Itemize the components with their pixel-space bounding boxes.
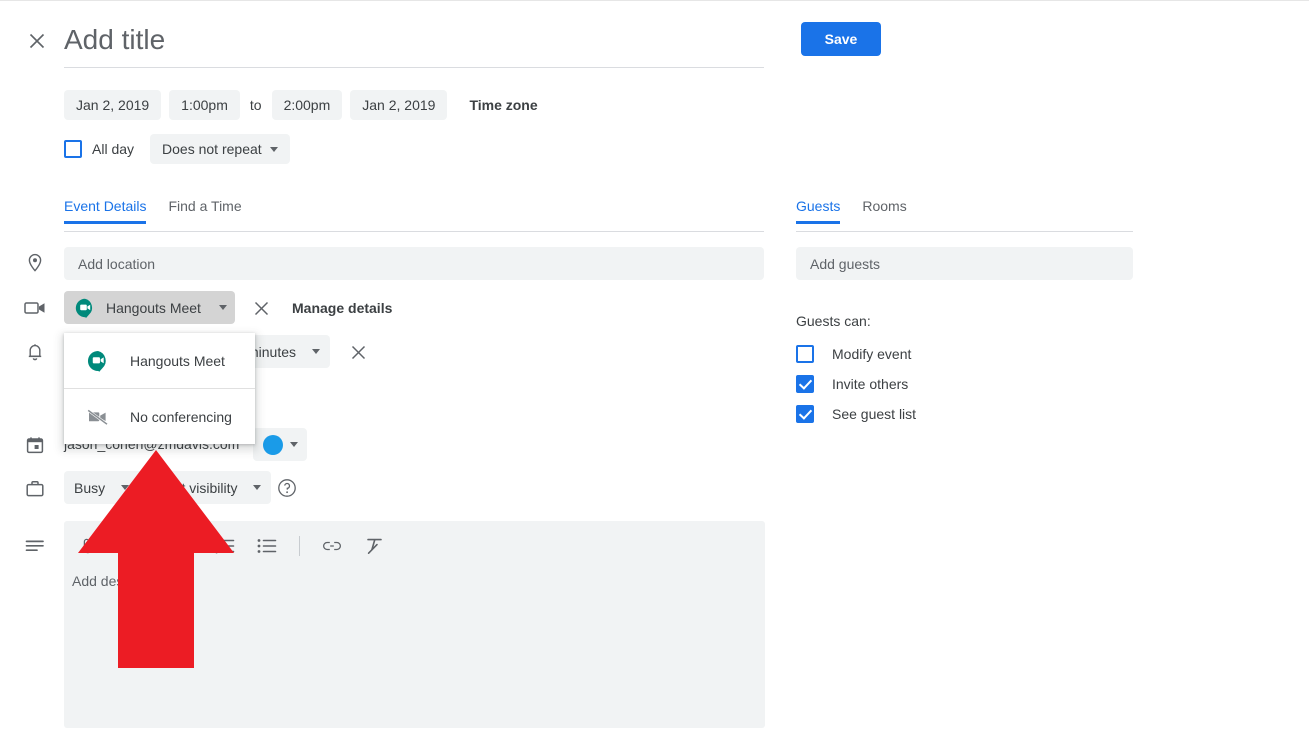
remove-formatting-icon[interactable] [364, 536, 384, 556]
add-guests-placeholder: Add guests [810, 255, 881, 272]
time-zone-button[interactable]: Time zone [469, 97, 537, 113]
modify-event-label: Modify event [832, 346, 912, 362]
help-icon[interactable] [277, 478, 297, 498]
start-time-chip[interactable]: 1:00pm [169, 90, 240, 120]
see-guest-list-checkbox[interactable] [796, 405, 814, 423]
see-guest-list-label: See guest list [832, 406, 917, 422]
hangouts-meet-icon [74, 297, 96, 319]
menu-item-no-conferencing[interactable]: No conferencing [64, 389, 255, 444]
tab-rooms-label: Rooms [862, 198, 907, 214]
permission-see-guest-list[interactable]: See guest list [796, 405, 916, 423]
busy-label: Busy [74, 479, 106, 496]
svg-text:2: 2 [215, 544, 218, 549]
chevron-down-icon [253, 485, 262, 490]
end-time-chip[interactable]: 2:00pm [271, 90, 343, 120]
left-tabs: Event Details Find a Time [64, 198, 264, 224]
permission-invite-others[interactable]: Invite others [796, 375, 908, 393]
chevron-down-icon [121, 485, 130, 490]
tab-guests[interactable]: Guests [796, 198, 850, 224]
tab-rooms[interactable]: Rooms [862, 198, 916, 224]
right-tabs: Guests Rooms [796, 198, 929, 224]
repeat-label: Does not repeat [162, 141, 262, 157]
guests-can-label: Guests can: [796, 313, 871, 329]
remove-conferencing-button[interactable] [249, 296, 273, 320]
visibility-label: Default visibility [141, 479, 238, 496]
notification-bell-icon [24, 341, 46, 363]
modify-event-checkbox[interactable] [796, 345, 814, 363]
start-date-chip[interactable]: Jan 2, 2019 [64, 90, 162, 120]
chevron-down-icon [289, 442, 298, 447]
all-day-checkbox[interactable] [64, 140, 82, 158]
location-placeholder: Add location [78, 255, 156, 272]
right-tabs-rule [796, 231, 1133, 232]
link-icon[interactable] [322, 536, 342, 556]
briefcase-icon [24, 478, 46, 500]
conferencing-button-label: Hangouts Meet [106, 299, 201, 316]
calendar-icon [24, 434, 46, 456]
hangouts-meet-icon [86, 349, 110, 373]
repeat-dropdown[interactable]: Does not repeat [150, 134, 290, 164]
permission-modify-event[interactable]: Modify event [796, 345, 911, 363]
visibility-dropdown[interactable]: Default visibility [131, 471, 272, 504]
close-icon[interactable] [24, 28, 50, 54]
video-camera-icon [24, 297, 46, 319]
event-title-input[interactable]: Add title [64, 20, 764, 68]
description-icon [24, 535, 46, 557]
window-top-border [0, 0, 1309, 1]
end-date-chip[interactable]: Jan 2, 2019 [350, 90, 448, 120]
tab-guests-label: Guests [796, 198, 841, 214]
description-toolbar: 1 2 3 [78, 534, 384, 558]
chevron-down-icon [218, 305, 227, 310]
tab-event-details[interactable]: Event Details [64, 198, 156, 224]
numbered-list-icon[interactable]: 1 2 3 [215, 536, 235, 556]
event-editor-page: Add title Save Jan 2, 2019 1:00pm to 2:0… [0, 0, 1309, 736]
location-input[interactable]: Add location [64, 247, 764, 280]
left-tabs-rule [64, 231, 764, 232]
svg-text:3: 3 [215, 549, 218, 554]
add-guests-input[interactable]: Add guests [796, 247, 1133, 280]
menu-item-hangouts-meet-label: Hangouts Meet [130, 352, 225, 369]
event-color-dot [262, 434, 283, 455]
conferencing-dropdown-menu[interactable]: Hangouts Meet No conferencing [64, 333, 255, 444]
busy-dropdown[interactable]: Busy [64, 471, 140, 504]
event-color-dropdown[interactable] [253, 428, 307, 461]
tab-find-a-time[interactable]: Find a Time [168, 198, 251, 224]
menu-item-hangouts-meet[interactable]: Hangouts Meet [64, 333, 255, 388]
all-day-label: All day [92, 141, 135, 157]
description-placeholder: Add description [72, 573, 169, 589]
attachment-icon[interactable] [78, 536, 98, 556]
remove-notification-button[interactable] [346, 340, 370, 364]
bulleted-list-icon[interactable] [257, 536, 277, 556]
menu-item-no-conferencing-label: No conferencing [130, 408, 232, 425]
all-day-row: All day Does not repeat [64, 134, 290, 164]
tab-find-a-time-label: Find a Time [168, 198, 242, 214]
svg-text:1: 1 [215, 538, 218, 543]
chevron-down-icon [269, 146, 278, 152]
title-underline [64, 67, 764, 68]
toolbar-divider [299, 536, 300, 556]
no-video-icon [86, 407, 110, 427]
invite-others-checkbox[interactable] [796, 375, 814, 393]
chevron-down-icon [312, 349, 320, 354]
event-title-placeholder: Add title [64, 24, 166, 55]
schedule-row: Jan 2, 2019 1:00pm to 2:00pm Jan 2, 2019… [64, 90, 538, 120]
conferencing-dropdown-button[interactable]: Hangouts Meet [64, 291, 235, 324]
save-button[interactable]: Save [801, 22, 881, 56]
tab-event-details-label: Event Details [64, 198, 147, 214]
manage-details-link[interactable]: Manage details [292, 300, 392, 316]
to-label: to [249, 97, 262, 113]
invite-others-label: Invite others [832, 376, 909, 392]
location-pin-icon [24, 252, 46, 274]
